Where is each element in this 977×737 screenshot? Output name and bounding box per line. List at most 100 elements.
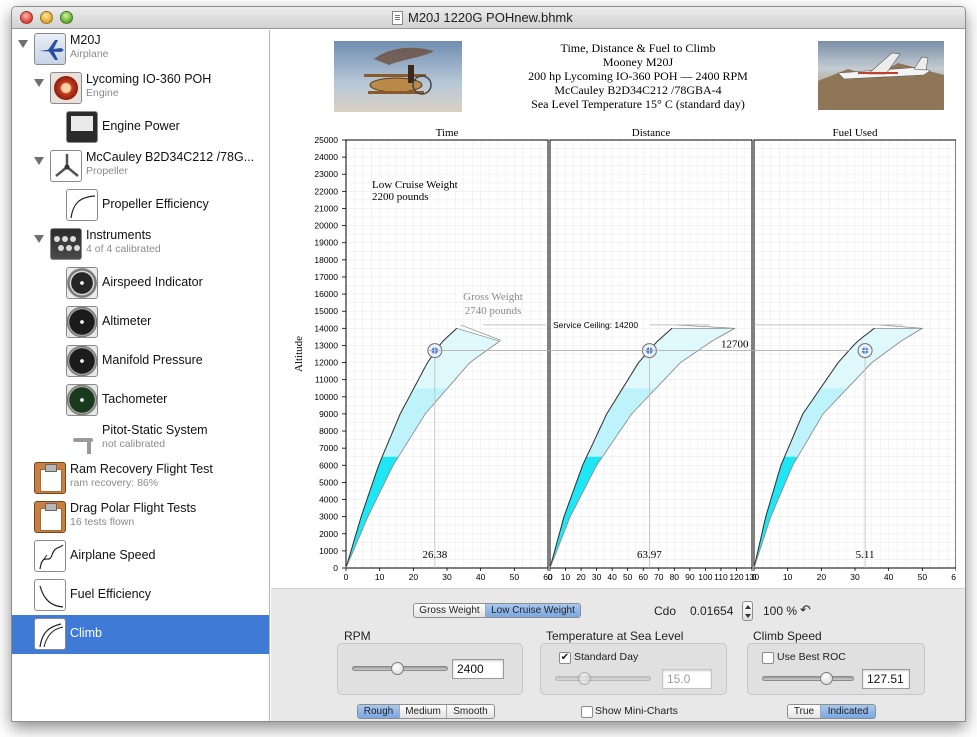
true-airspeed-segment[interactable]: True	[788, 705, 821, 718]
climb-speed-field[interactable]: 127.51	[862, 669, 910, 689]
temperature-label: Temperature at Sea Level	[546, 629, 684, 643]
y-tick-label: 24000	[314, 152, 338, 162]
rpm-slider-knob[interactable]	[391, 662, 405, 675]
y-tick-label: 0	[333, 563, 338, 573]
close-window-button[interactable]	[20, 11, 33, 24]
title-bar: M20J 1220G POHnew.bhmk	[12, 7, 965, 29]
gross-weight-segment[interactable]: Gross Weight	[414, 604, 486, 617]
sidebar-item-label: McCauley B2D34C212 /78G...	[86, 150, 255, 164]
indicated-airspeed-segment[interactable]: Indicated	[821, 705, 875, 718]
panel-title: Fuel Used	[833, 127, 878, 139]
sidebar-item-label: Ram Recovery Flight Test	[70, 462, 213, 476]
temperature-field[interactable]: 15.0	[662, 669, 712, 689]
x-tick-label: 50	[510, 572, 520, 582]
sidebar-item-label: Propeller Efficiency	[102, 197, 209, 211]
medium-segment[interactable]: Medium	[400, 705, 447, 718]
x-tick-label: 40	[884, 572, 894, 582]
smoothing-segmented-control[interactable]: Rough Medium Smooth	[357, 704, 495, 719]
zoom-window-button[interactable]	[60, 11, 73, 24]
x-tick-label: 60	[638, 572, 648, 582]
standard-day-checkbox[interactable]: ✔	[559, 652, 571, 664]
disclosure-triangle-icon[interactable]	[34, 235, 44, 243]
altimeter-icon	[66, 306, 98, 338]
y-tick-label: 14000	[314, 323, 338, 333]
sidebar-item-label: Engine Power	[102, 119, 180, 133]
climb-speed-slider[interactable]	[762, 676, 854, 681]
sidebar-item-propeller-efficiency[interactable]: Propeller Efficiency	[12, 186, 269, 225]
weight-segmented-control[interactable]: Gross Weight Low Cruise Weight	[413, 603, 581, 618]
sidebar-item-sublabel: 16 tests flown	[70, 516, 135, 528]
x-tick-label: 0	[752, 572, 757, 582]
y-tick-label: 16000	[314, 289, 338, 299]
sidebar-item-altimeter[interactable]: Altimeter	[12, 303, 269, 342]
sidebar-item-sublabel: not calibrated	[102, 438, 166, 450]
x-tick-label: 120	[729, 572, 743, 582]
tachometer-icon	[66, 384, 98, 416]
y-tick-label: 5000	[319, 477, 338, 487]
x-tick-label: 20	[409, 572, 419, 582]
x-tick-label: 10	[375, 572, 385, 582]
speed-reference-segmented-control[interactable]: True Indicated	[787, 704, 876, 719]
y-tick-label: 21000	[314, 203, 338, 213]
sidebar-item-sublabel: Propeller	[86, 165, 129, 177]
sidebar-item-label: Altimeter	[102, 314, 152, 328]
marker-readout: 26.38	[422, 549, 447, 561]
sidebar-item-climb[interactable]: Climb	[12, 615, 269, 654]
sidebar-item-mccauley-b2d34c212-78g[interactable]: McCauley B2D34C212 /78G... Propeller	[12, 147, 269, 186]
temperature-slider[interactable]	[555, 676, 651, 681]
cdo-stepper[interactable]	[742, 601, 753, 621]
sidebar-item-engine-power[interactable]: Engine Power	[12, 108, 269, 147]
sidebar-item-ram-recovery-flight-test[interactable]: Ram Recovery Flight Test ram recovery: 86…	[12, 459, 269, 498]
climb-speed-label: Climb Speed	[753, 629, 822, 643]
show-mini-charts-checkbox[interactable]	[581, 706, 593, 718]
x-tick-label: 0	[548, 572, 553, 582]
sidebar-item-label: Climb	[70, 626, 102, 640]
y-tick-label: 20000	[314, 221, 338, 231]
x-tick-label: 90	[685, 572, 695, 582]
cdo-percent: 100 %	[763, 604, 798, 618]
x-tick-label: 30	[850, 572, 860, 582]
sidebar-item-fuel-efficiency[interactable]: Fuel Efficiency	[12, 576, 269, 615]
sidebar-item-m20j[interactable]: M20J Airplane	[12, 30, 269, 69]
y-tick-label: 8000	[319, 426, 338, 436]
pitot-tube-icon	[66, 423, 98, 455]
reset-arrow-icon[interactable]: ↶	[800, 602, 811, 618]
low-cruise-weight-segment[interactable]: Low Cruise Weight	[486, 604, 580, 617]
sidebar-item-tachometer[interactable]: Tachometer	[12, 381, 269, 420]
rough-segment[interactable]: Rough	[358, 705, 400, 718]
sidebar-item-instruments[interactable]: Instruments 4 of 4 calibrated	[12, 225, 269, 264]
window-title: M20J 1220G POHnew.bhmk	[408, 10, 573, 25]
sidebar-item-lycoming-io-360-poh[interactable]: Lycoming IO-360 POH Engine	[12, 69, 269, 108]
disclosure-triangle-icon[interactable]	[34, 79, 44, 87]
airspeed-indicator-icon	[66, 267, 98, 299]
climb-band-area	[550, 388, 657, 568]
smooth-segment[interactable]: Smooth	[447, 705, 494, 718]
sidebar-item-airspeed-indicator[interactable]: Airspeed Indicator	[12, 264, 269, 303]
temperature-slider-knob[interactable]	[577, 672, 591, 685]
sidebar-item-manifold-pressure[interactable]: Manifold Pressure	[12, 342, 269, 381]
sidebar-item-sublabel: ram recovery: 86%	[70, 477, 159, 489]
x-tick-label: 80	[670, 572, 680, 582]
minimize-window-button[interactable]	[40, 11, 53, 24]
use-best-roc-checkbox[interactable]	[762, 652, 774, 664]
sidebar-item-drag-polar-flight-tests[interactable]: Drag Polar Flight Tests 16 tests flown	[12, 498, 269, 537]
sidebar: M20J Airplane Lycoming IO-360 POH Engine Eng…	[12, 30, 270, 721]
climb-speed-slider-knob[interactable]	[820, 672, 834, 685]
sidebar-item-pitot-static-system[interactable]: Pitot-Static System not calibrated	[12, 420, 269, 459]
main-panel: Time, Distance & Fuel to Climb Mooney M2…	[271, 30, 965, 721]
x-tick-label: 110	[714, 572, 728, 582]
sidebar-item-airplane-speed[interactable]: Airplane Speed	[12, 537, 269, 576]
marker-readout: 5.11	[856, 549, 875, 561]
rpm-group: 2400	[337, 643, 523, 695]
efficiency-curve-icon	[66, 189, 98, 221]
sidebar-item-label: Airspeed Indicator	[102, 275, 203, 289]
x-tick-label: 40	[476, 572, 486, 582]
sidebar-item-label: Tachometer	[102, 392, 168, 406]
y-tick-label: 18000	[314, 255, 338, 265]
x-tick-label: 50	[623, 572, 633, 582]
disclosure-triangle-icon[interactable]	[18, 40, 28, 48]
disclosure-triangle-icon[interactable]	[34, 157, 44, 165]
x-tick-label: 100	[698, 572, 712, 582]
rpm-field[interactable]: 2400	[452, 659, 504, 679]
speed-curve-icon	[34, 540, 66, 572]
